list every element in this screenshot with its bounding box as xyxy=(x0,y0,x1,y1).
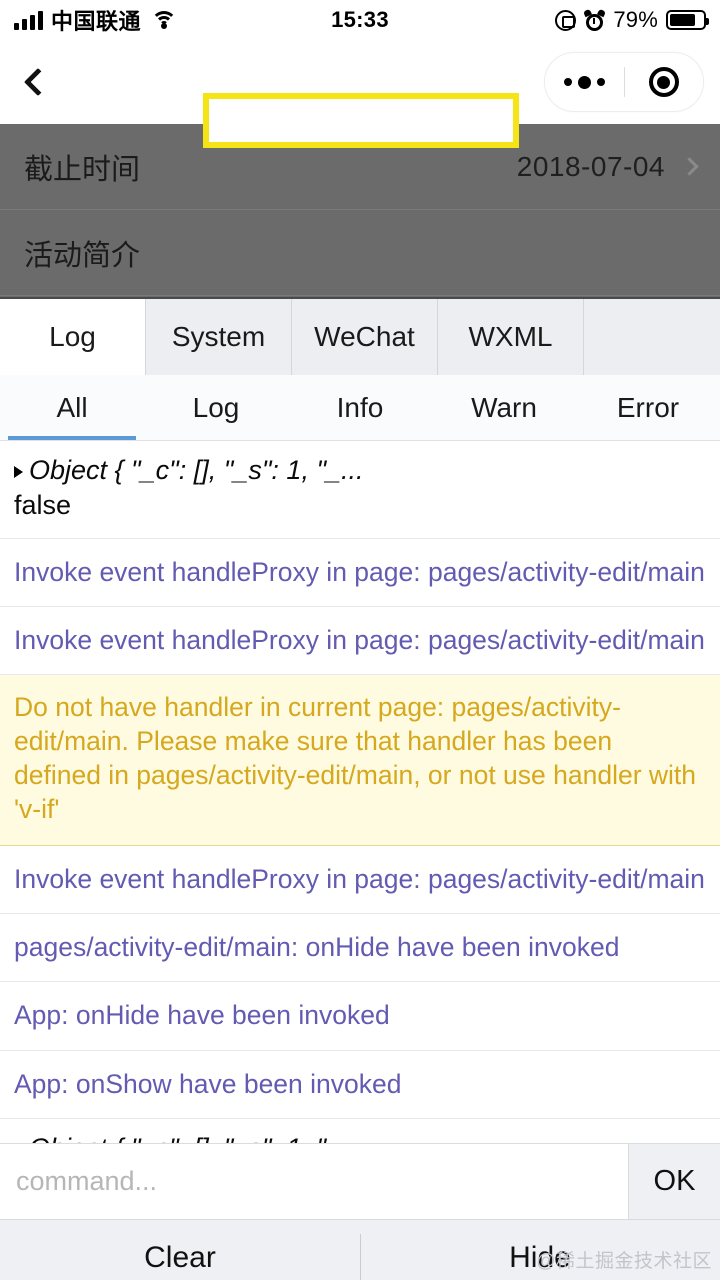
tab-wxml[interactable]: WXML xyxy=(438,299,584,375)
filter-error[interactable]: Error xyxy=(576,375,720,440)
log-object-text: Object { "_c": [], "_s": 1, "_... xyxy=(29,455,364,485)
navigation-bar xyxy=(0,40,720,148)
filter-info[interactable]: Info xyxy=(288,375,432,440)
command-ok-button[interactable]: OK xyxy=(628,1144,720,1219)
log-row[interactable]: App: onHide have been invoked xyxy=(0,982,720,1051)
status-bar-right: 79% xyxy=(555,7,709,33)
page-row-value: 2018-07-04 xyxy=(516,150,665,182)
target-circle-icon[interactable] xyxy=(625,67,704,97)
filter-warn[interactable]: Warn xyxy=(432,375,576,440)
miniprogram-capsule[interactable] xyxy=(544,52,704,112)
filter-all[interactable]: All xyxy=(0,375,144,440)
tab-log[interactable]: Log xyxy=(0,299,146,375)
tab-system[interactable]: System xyxy=(146,299,292,375)
back-button[interactable] xyxy=(16,55,60,109)
log-object-text: Object { "_c": [], "_s": 1, "_... xyxy=(29,1133,364,1143)
status-bar: 中国联通 15:33 79% xyxy=(0,0,720,40)
log-row[interactable]: Invoke event handleProxy in page: pages/… xyxy=(0,846,720,915)
hide-button[interactable]: Hide xyxy=(360,1220,720,1280)
status-bar-left: 中国联通 xyxy=(14,4,178,36)
back-chevron-icon xyxy=(23,67,53,97)
battery-percentage: 79% xyxy=(613,7,658,32)
page-row-description[interactable]: 活动简介 xyxy=(0,210,720,296)
command-input[interactable]: command... xyxy=(0,1144,628,1219)
page-row-label: 活动简介 xyxy=(24,239,141,272)
command-bar: command... OK xyxy=(0,1143,720,1219)
log-filter-bar: All Log Info Warn Error xyxy=(0,375,720,441)
page-row-label: 截止时间 xyxy=(24,153,141,186)
log-row[interactable]: Object { "_c": [], "_s": 1, "_... false xyxy=(0,1119,720,1143)
log-object-summary[interactable]: Object { "_c": [], "_s": 1, "_... xyxy=(14,455,706,487)
carrier-name: 中国联通 xyxy=(51,9,142,34)
rotation-lock-icon xyxy=(555,9,577,31)
log-row[interactable]: Object { "_c": [], "_s": 1, "_... false xyxy=(0,441,720,539)
clear-button[interactable]: Clear xyxy=(0,1220,360,1280)
tab-wechat[interactable]: WeChat xyxy=(292,299,438,375)
dimmed-page-overlay: 截止时间 2018-07-04 活动简介 xyxy=(0,124,720,297)
log-object-extra: false xyxy=(14,489,72,520)
log-row[interactable]: Invoke event handleProxy in page: pages/… xyxy=(0,539,720,607)
debugger-action-bar: Clear Hide @稀土掘金技术社区 xyxy=(0,1219,720,1280)
log-row[interactable]: Invoke event handleProxy in page: pages/… xyxy=(0,607,720,676)
wifi-icon xyxy=(151,10,178,30)
battery-icon xyxy=(666,10,709,30)
log-list[interactable]: Object { "_c": [], "_s": 1, "_... false … xyxy=(0,441,720,1143)
app-root: 中国联通 15:33 79% 截止时间 2018-07-04 活动简介 Log … xyxy=(0,0,720,1280)
expand-triangle-icon[interactable] xyxy=(14,466,23,478)
tab-bar-filler xyxy=(584,299,720,375)
more-dots-icon[interactable] xyxy=(545,75,624,89)
signal-strength-icon xyxy=(14,10,43,30)
alarm-clock-icon xyxy=(583,8,607,31)
page-title-redaction xyxy=(203,93,519,148)
log-row[interactable]: pages/activity-edit/main: onHide have be… xyxy=(0,914,720,983)
chevron-right-icon xyxy=(680,157,699,176)
log-row[interactable]: App: onShow have been invoked xyxy=(0,1051,720,1119)
debugger-tab-bar: Log System WeChat WXML xyxy=(0,297,720,375)
filter-log[interactable]: Log xyxy=(144,375,288,440)
log-object-summary[interactable]: Object { "_c": [], "_s": 1, "_... xyxy=(14,1133,706,1143)
log-row-warning[interactable]: Do not have handler in current page: pag… xyxy=(0,675,720,846)
